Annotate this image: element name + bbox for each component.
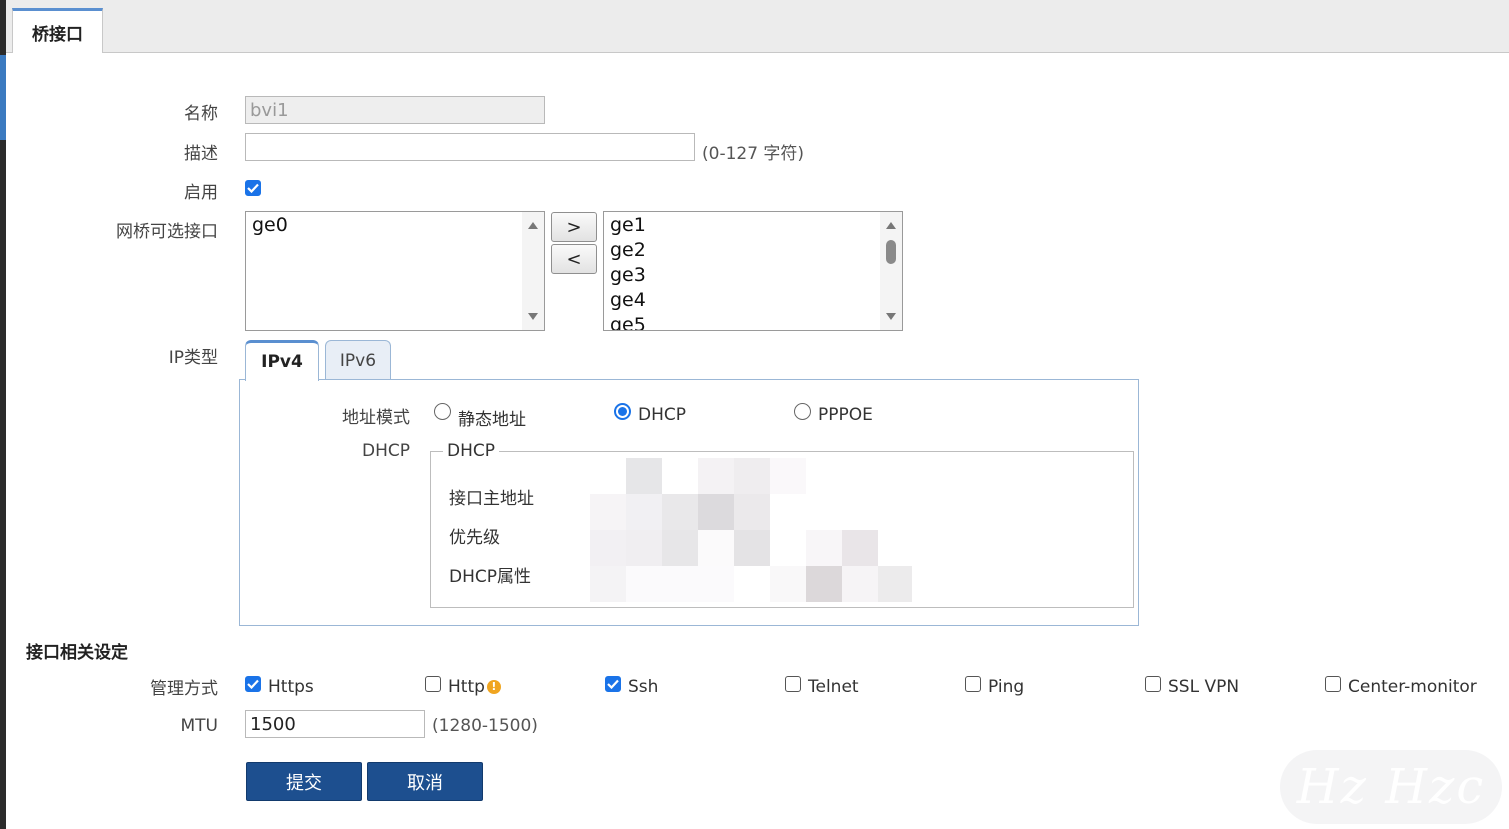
port-option-ge2[interactable]: ge2 xyxy=(604,238,902,263)
port-option-ge3[interactable]: ge3 xyxy=(604,263,902,288)
ssl-vpn-checkbox[interactable] xyxy=(1145,676,1161,692)
remove-port-button[interactable]: < xyxy=(551,244,597,274)
center-monitor-label: Center-monitor xyxy=(1348,677,1477,697)
description-hint: (0-127 字符) xyxy=(702,144,805,164)
ssh-checkbox[interactable] xyxy=(605,676,621,692)
tab-ipv6[interactable]: IPv6 xyxy=(325,340,391,380)
mtu-hint: (1280-1500) xyxy=(432,716,538,736)
scroll-down-icon[interactable] xyxy=(528,313,538,320)
name-input[interactable] xyxy=(245,96,545,124)
tab-ipv4[interactable]: IPv4 xyxy=(245,340,319,381)
static-address-label: 静态地址 xyxy=(458,410,526,430)
available-ports-scrollbar[interactable] xyxy=(522,212,544,330)
enable-label: 启用 xyxy=(184,183,218,203)
port-option-ge0[interactable]: ge0 xyxy=(246,213,544,238)
telnet-checkbox[interactable] xyxy=(785,676,801,692)
bridge-ports-label: 网桥可选接口 xyxy=(116,222,218,242)
https-checkbox[interactable] xyxy=(245,676,261,692)
management-label: 管理方式 xyxy=(150,679,218,699)
scroll-up-icon[interactable] xyxy=(886,222,896,229)
ssl-vpn-label: SSL VPN xyxy=(1168,677,1240,697)
scroll-down-icon[interactable] xyxy=(886,313,896,320)
submit-button[interactable]: 提交 xyxy=(246,762,362,801)
https-label: Https xyxy=(268,677,314,697)
scroll-thumb[interactable] xyxy=(886,240,896,264)
side-strip xyxy=(0,0,6,829)
selected-ports-list[interactable]: ge1 ge2 ge3 ge4 ge5 xyxy=(603,211,903,331)
dhcp-radio[interactable] xyxy=(614,403,631,420)
scroll-up-icon[interactable] xyxy=(528,222,538,229)
dhcp-label: DHCP xyxy=(362,441,410,461)
warning-icon[interactable]: ! xyxy=(486,680,501,694)
tab-bridge-interface[interactable]: 桥接口 xyxy=(12,8,103,53)
ping-label: Ping xyxy=(988,677,1025,697)
mtu-label: MTU xyxy=(180,716,219,736)
port-option-ge1[interactable]: ge1 xyxy=(604,213,902,238)
dhcp-attributes-label: DHCP属性 xyxy=(449,567,531,587)
port-option-ge5[interactable]: ge5 xyxy=(604,313,902,330)
http-text: Http xyxy=(448,677,485,697)
description-label: 描述 xyxy=(184,144,218,164)
available-ports-list[interactable]: ge0 xyxy=(245,211,545,331)
port-option-ge4[interactable]: ge4 xyxy=(604,288,902,313)
enable-checkbox[interactable] xyxy=(245,180,261,196)
watermark-logo: Hz Hzc xyxy=(1280,750,1502,824)
ping-checkbox[interactable] xyxy=(965,676,981,692)
mtu-input[interactable] xyxy=(245,710,425,738)
tab-bar xyxy=(6,0,1509,53)
dhcp-legend: DHCP xyxy=(443,441,499,461)
name-label: 名称 xyxy=(184,104,218,124)
primary-address-label: 接口主地址 xyxy=(449,489,534,509)
description-input[interactable] xyxy=(245,133,695,161)
cancel-button[interactable]: 取消 xyxy=(367,762,483,801)
priority-label: 优先级 xyxy=(449,528,500,548)
telnet-label: Telnet xyxy=(808,677,859,697)
pppoe-radio[interactable] xyxy=(794,403,811,420)
ssh-label: Ssh xyxy=(628,677,659,697)
ip-type-label: IP类型 xyxy=(168,348,218,368)
pppoe-radio-label: PPPOE xyxy=(818,405,873,425)
selected-ports-scrollbar[interactable] xyxy=(880,212,902,330)
side-strip-highlight xyxy=(0,55,6,140)
add-port-button[interactable]: > xyxy=(551,212,597,242)
http-label: Http! xyxy=(448,677,501,697)
interface-settings-title: 接口相关设定 xyxy=(26,643,128,663)
http-checkbox[interactable] xyxy=(425,676,441,692)
dhcp-radio-label: DHCP xyxy=(638,405,686,425)
address-mode-label: 地址模式 xyxy=(342,408,410,428)
center-monitor-checkbox[interactable] xyxy=(1325,676,1341,692)
obscured-values xyxy=(590,458,912,602)
static-address-radio[interactable] xyxy=(434,403,451,420)
